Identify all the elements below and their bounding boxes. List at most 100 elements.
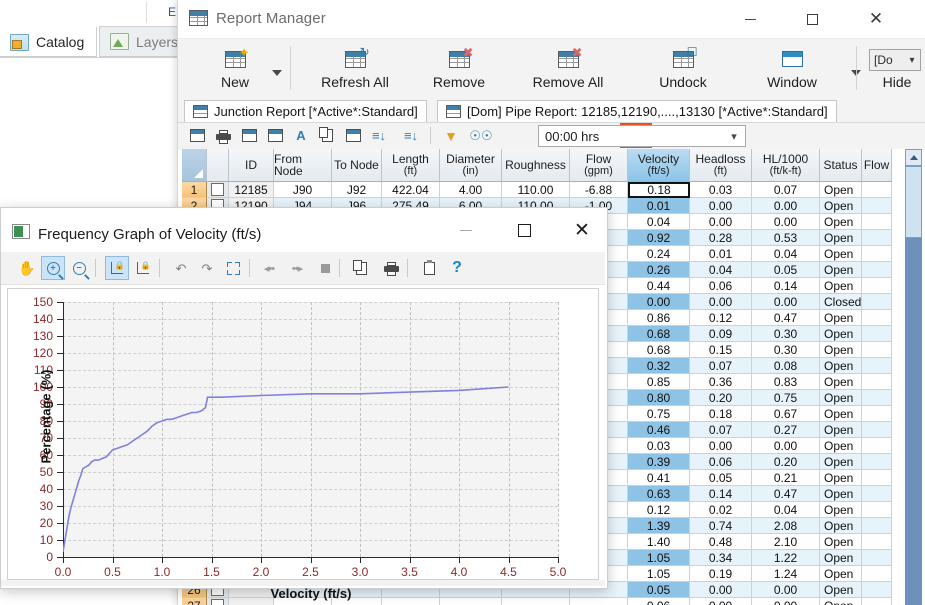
table-cell-status[interactable]: Closed [820,294,862,310]
table-cell-status[interactable]: Open [820,198,862,214]
table-cell-flow2[interactable] [862,566,892,582]
zoom-in-icon[interactable]: + [41,256,65,280]
table-cell-hl1000[interactable]: 0.67 [752,406,820,422]
lock-x-axis-icon[interactable]: 🔒 [105,256,129,280]
table-cell-hl1000[interactable]: 0.27 [752,422,820,438]
step-forward-icon[interactable]: ••▸ [285,256,309,280]
table-cell-headloss[interactable]: 0.19 [690,566,752,582]
table-cell-velocity[interactable]: 0.68 [628,342,690,358]
table-cell-status[interactable]: Open [820,230,862,246]
table-cell-flow2[interactable] [862,374,892,390]
table-cell-headloss[interactable]: 0.14 [690,486,752,502]
table-cell-velocity[interactable]: 0.26 [628,262,690,278]
table-cell-headloss[interactable]: 0.15 [690,342,752,358]
table-cell-id[interactable]: 12185 [229,182,274,198]
table-cell-velocity[interactable]: 0.46 [628,422,690,438]
table-cell-velocity[interactable]: 0.41 [628,470,690,486]
table-cell-headloss[interactable]: 0.00 [690,438,752,454]
redo-icon[interactable]: ↷ [195,256,219,280]
column-header-rownum[interactable] [182,149,207,182]
table-cell-hl1000[interactable]: 1.24 [752,566,820,582]
table-cell-velocity[interactable]: 1.05 [628,550,690,566]
column-header-from_node[interactable]: From Node [274,149,332,182]
table-cell-hl1000[interactable]: 0.83 [752,374,820,390]
table-cell-flow2[interactable] [862,246,892,262]
table-cell-hl1000[interactable]: 0.30 [752,326,820,342]
table-cell-status[interactable]: Open [820,550,862,566]
table-cell-velocity[interactable]: 0.68 [628,326,690,342]
table-cell-headloss[interactable]: 0.20 [690,390,752,406]
frequency-graph-minimize-button[interactable] [443,208,489,252]
table-cell-length[interactable]: 422.04 [382,182,440,198]
table-cell-flow2[interactable] [862,342,892,358]
table-cell-velocity[interactable]: 0.86 [628,310,690,326]
table-cell-hl1000[interactable]: 0.53 [752,230,820,246]
table-cell-headloss[interactable]: 0.34 [690,550,752,566]
table-cell-hl1000[interactable]: 0.00 [752,598,820,605]
table-cell-hl1000[interactable]: 2.08 [752,518,820,534]
table-cell-velocity[interactable]: 0.00 [628,294,690,310]
table-cell-from_node[interactable]: J90 [274,182,332,198]
table-cell-velocity[interactable]: 0.03 [628,438,690,454]
column-header-hl1000[interactable]: HL/1000 (ft/k-ft) [752,149,820,182]
font-icon[interactable]: A [290,125,312,146]
table-cell-headloss[interactable]: 0.74 [690,518,752,534]
table-cell-hl1000[interactable]: 0.47 [752,310,820,326]
report-manager-maximize-button[interactable] [789,0,835,38]
table-cell-status[interactable]: Open [820,278,862,294]
table-cell-headloss[interactable]: 0.12 [690,310,752,326]
table-cell-flow2[interactable] [862,470,892,486]
table-cell-flow2[interactable] [862,518,892,534]
table-cell-velocity[interactable]: 0.05 [628,582,690,598]
table-cell-headloss[interactable]: 0.05 [690,470,752,486]
print-icon[interactable] [379,256,403,280]
table-cell-velocity[interactable]: 0.63 [628,486,690,502]
table-cell-hl1000[interactable]: 0.75 [752,390,820,406]
clipboard-icon[interactable] [417,256,441,280]
table-cell-headloss[interactable]: 0.00 [690,582,752,598]
table-cell-status[interactable]: Open [820,598,862,605]
scope-combo-box[interactable]: [Do ▾ [869,49,921,71]
table-cell-flow2[interactable] [862,278,892,294]
table-cell-hl1000[interactable]: 0.00 [752,582,820,598]
table-cell-headloss[interactable]: 0.48 [690,534,752,550]
table-cell-headloss[interactable]: 0.04 [690,262,752,278]
table-cell-headloss[interactable]: 0.00 [690,294,752,310]
column-header-headloss[interactable]: Headloss (ft) [690,149,752,182]
table-cell-headloss[interactable]: 0.03 [690,182,752,198]
remove-report-button[interactable]: ✖ Remove [410,42,508,96]
column-header-status[interactable]: Status [820,149,862,182]
row-checkbox[interactable] [211,183,224,196]
table-cell-flow2[interactable] [862,310,892,326]
table-cell-velocity[interactable]: 0.44 [628,278,690,294]
table-cell-hl1000[interactable]: 0.00 [752,214,820,230]
table-cell-flow2[interactable] [862,502,892,518]
table-cell-flow2[interactable] [862,326,892,342]
table-cell-flow2[interactable] [862,230,892,246]
table-cell-hl1000[interactable]: 0.00 [752,438,820,454]
zoom-out-icon[interactable]: − [67,256,91,280]
table-cell-status[interactable]: Open [820,518,862,534]
table-cell-status[interactable]: Open [820,390,862,406]
table-cell-status[interactable]: Open [820,438,862,454]
print-icon[interactable] [212,125,234,146]
table-cell-headloss[interactable]: 0.06 [690,454,752,470]
new-report-button[interactable]: ✦ New [202,42,268,96]
filter-icon[interactable]: ▼ [440,125,462,146]
table-cell-status[interactable]: Open [820,182,862,198]
table-cell-hl1000[interactable]: 0.14 [752,278,820,294]
table-cell-status[interactable]: Open [820,342,862,358]
table-cell-flow2[interactable] [862,454,892,470]
table-cell-hl1000[interactable]: 0.00 [752,294,820,310]
table-cell-headloss[interactable]: 0.02 [690,502,752,518]
table-cell-flow2[interactable] [862,214,892,230]
table-cell-hl1000[interactable]: 0.04 [752,502,820,518]
table-cell-flow2[interactable] [862,534,892,550]
table-cell-flow2[interactable] [862,486,892,502]
table-cell-velocity[interactable]: 0.75 [628,406,690,422]
table-cell-flow2[interactable] [862,182,892,198]
pan-hand-icon[interactable]: ✋ [15,256,39,280]
column-header-id[interactable]: ID [229,149,274,182]
table-cell-flow2[interactable] [862,550,892,566]
stop-icon[interactable] [313,256,337,280]
